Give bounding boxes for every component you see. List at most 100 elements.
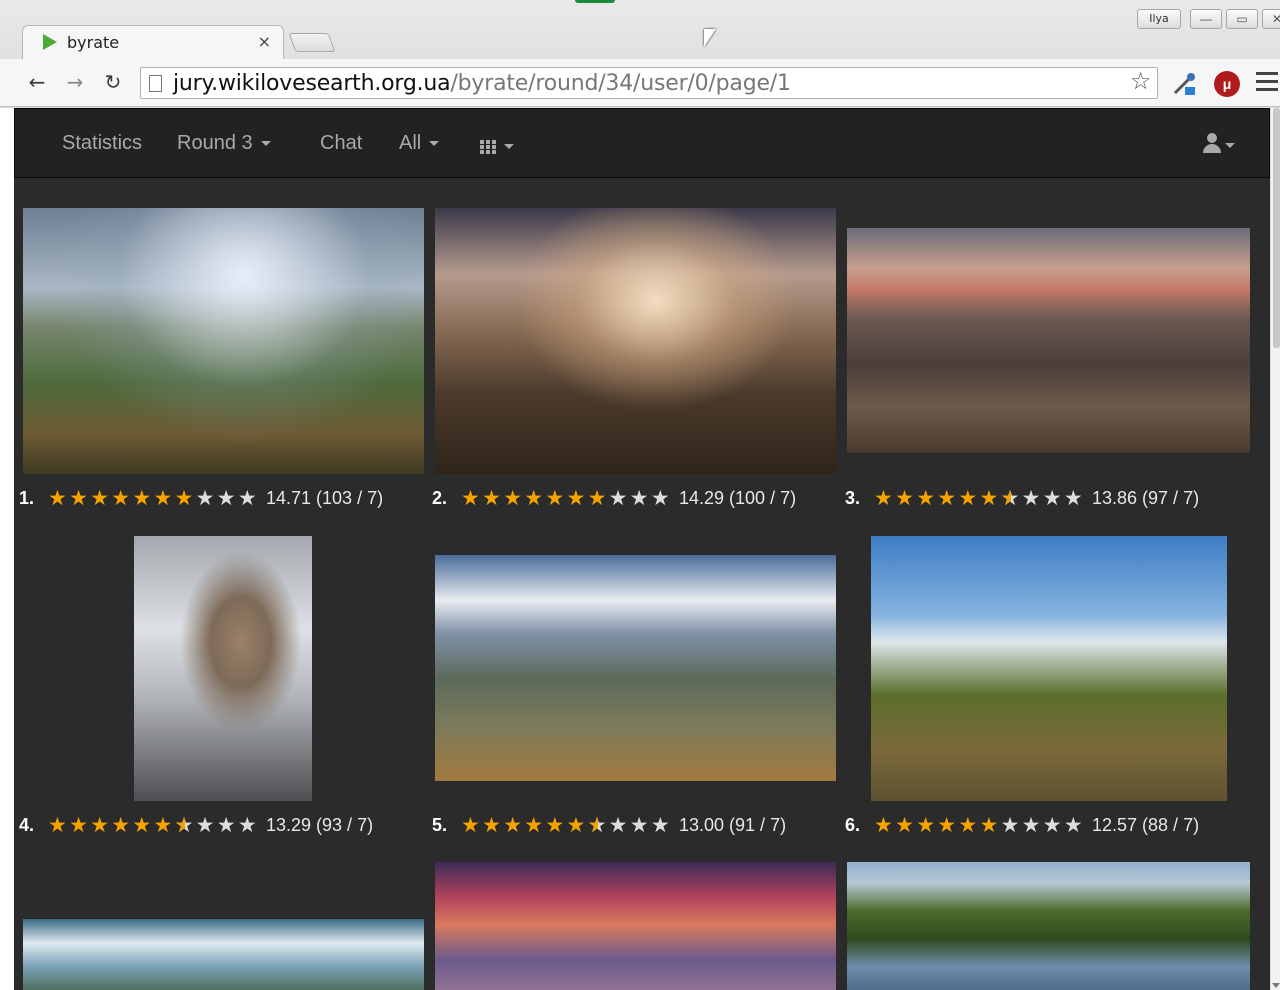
forward-button[interactable]: → <box>62 69 88 95</box>
photo-thumbnail[interactable] <box>435 208 836 474</box>
top-navbar: Statistics Round 3 Chat All <box>14 108 1270 178</box>
play-favicon-icon <box>43 34 57 50</box>
tab-close-icon[interactable]: × <box>258 32 271 51</box>
star-rating: ★★★★★★★★★★ <box>874 487 1085 511</box>
star-full-icon: ★ <box>482 813 501 837</box>
page-icon <box>149 75 162 92</box>
star-empty-icon: ★ <box>216 486 236 510</box>
star-empty-icon: ★ <box>195 486 215 510</box>
nav-grid-dropdown[interactable] <box>480 135 514 158</box>
star-full-icon: ★ <box>174 486 194 510</box>
new-tab-button[interactable] <box>288 33 336 52</box>
star-full-icon: ★ <box>545 813 565 837</box>
star-empty-icon: ★ <box>650 813 670 837</box>
rank-number: 6. <box>845 815 861 835</box>
ublock-icon[interactable]: μ <box>1214 71 1240 97</box>
star-full-icon: ★ <box>895 813 914 837</box>
star-full-icon: ★ <box>482 486 501 510</box>
photo-thumbnail[interactable] <box>23 919 424 990</box>
star-full-icon: ★ <box>937 486 957 510</box>
star-empty-icon: ★ <box>650 486 670 510</box>
window-accent-strip <box>575 0 615 3</box>
photo-thumbnail[interactable] <box>871 536 1227 801</box>
bookmark-star-icon[interactable]: ☆ <box>1130 69 1152 93</box>
star-full-icon: ★ <box>958 486 978 510</box>
star-empty-icon: ★ <box>1063 486 1083 510</box>
rating-score: 12.57 (88 / 7) <box>1092 815 1200 835</box>
photo-thumbnail[interactable] <box>847 228 1250 453</box>
url-text[interactable]: jury.wikilovesearth.org.ua/byrate/round/… <box>173 71 791 96</box>
nav-filter-label: All <box>399 132 422 154</box>
reload-button[interactable]: ↻ <box>100 69 126 95</box>
star-full-icon: ★ <box>979 486 999 510</box>
url-domain: jury.wikilovesearth.org.ua <box>173 71 451 96</box>
caret-down-icon <box>429 141 440 147</box>
star-full-icon: ★ <box>916 486 936 510</box>
star-full-icon: ★ <box>895 486 914 510</box>
scrollbar-thumb[interactable] <box>1273 108 1280 348</box>
star-empty-icon: ★ <box>216 813 236 837</box>
star-rating: ★★★★★★★★★★ <box>874 814 1085 838</box>
photo-thumbnail[interactable] <box>435 555 836 781</box>
menu-icon[interactable] <box>1256 72 1278 98</box>
star-full-icon: ★ <box>503 486 523 510</box>
user-icon[interactable] <box>1203 133 1221 153</box>
grid-icon <box>480 139 496 154</box>
caret-down-icon <box>260 141 271 147</box>
star-full-icon: ★ <box>524 813 544 837</box>
mouse-cursor-icon <box>704 29 716 47</box>
star-rating: ★★★★★★★★★★ <box>48 487 259 511</box>
star-full-icon: ★ <box>958 813 978 837</box>
tab-title: byrate <box>67 33 120 52</box>
nav-chat[interactable]: Chat <box>320 132 362 155</box>
rating-score: 13.00 (91 / 7) <box>679 815 787 835</box>
address-bar[interactable]: jury.wikilovesearth.org.ua/byrate/round/… <box>140 67 1158 99</box>
eyedropper-icon[interactable] <box>1171 71 1197 97</box>
profile-badge[interactable]: Ilya <box>1137 9 1181 29</box>
vertical-scrollbar[interactable] <box>1270 108 1280 990</box>
star-half-icon: ★ <box>175 814 195 836</box>
nav-round-label: Round 3 <box>177 132 253 154</box>
star-full-icon: ★ <box>524 486 544 510</box>
star-full-icon: ★ <box>153 486 173 510</box>
back-button[interactable]: ← <box>24 69 50 95</box>
rank-number: 5. <box>432 815 448 835</box>
star-full-icon: ★ <box>90 486 110 510</box>
browser-toolbar: ← → ↻ jury.wikilovesearth.org.ua/byrate/… <box>0 59 1280 107</box>
star-full-icon: ★ <box>69 486 88 510</box>
star-empty-icon: ★ <box>629 813 649 837</box>
browser-tab[interactable]: byrate × <box>22 25 284 59</box>
rank-number: 4. <box>19 815 35 835</box>
scroll-down-arrow-icon[interactable] <box>1272 983 1280 988</box>
star-full-icon: ★ <box>545 486 565 510</box>
maximize-button[interactable]: ▭ <box>1226 9 1258 29</box>
star-full-icon: ★ <box>48 486 67 510</box>
star-full-icon: ★ <box>874 813 893 837</box>
rating-score: 13.29 (93 / 7) <box>266 815 374 835</box>
star-empty-icon: ★ <box>1021 486 1041 510</box>
photo-thumbnail[interactable] <box>23 208 424 474</box>
nav-statistics[interactable]: Statistics <box>62 132 142 155</box>
star-full-icon: ★ <box>132 486 152 510</box>
nav-round-dropdown[interactable]: Round 3 <box>177 132 271 155</box>
photo-thumbnail[interactable] <box>134 536 312 801</box>
star-full-icon: ★ <box>503 813 523 837</box>
minimize-button[interactable]: — <box>1190 9 1222 29</box>
star-full-icon: ★ <box>874 486 893 510</box>
photo-thumbnail[interactable] <box>847 862 1250 990</box>
star-rating: ★★★★★★★★★★ <box>461 814 672 838</box>
url-path: /byrate/round/34/user/0/page/1 <box>450 71 791 96</box>
rank-number: 3. <box>845 488 861 508</box>
caret-down-icon[interactable] <box>1225 143 1235 148</box>
star-empty-icon: ★ <box>195 813 215 837</box>
star-full-icon: ★ <box>90 813 110 837</box>
star-full-icon: ★ <box>111 813 131 837</box>
photo-thumbnail[interactable] <box>435 862 836 990</box>
star-empty-icon: ★ <box>237 813 257 837</box>
star-full-icon: ★ <box>937 813 957 837</box>
star-full-icon: ★ <box>48 813 67 837</box>
close-window-button[interactable]: ✕ <box>1262 9 1280 29</box>
star-empty-icon: ★ <box>608 813 628 837</box>
star-half-icon: ★ <box>588 814 608 836</box>
nav-filter-dropdown[interactable]: All <box>399 132 440 155</box>
